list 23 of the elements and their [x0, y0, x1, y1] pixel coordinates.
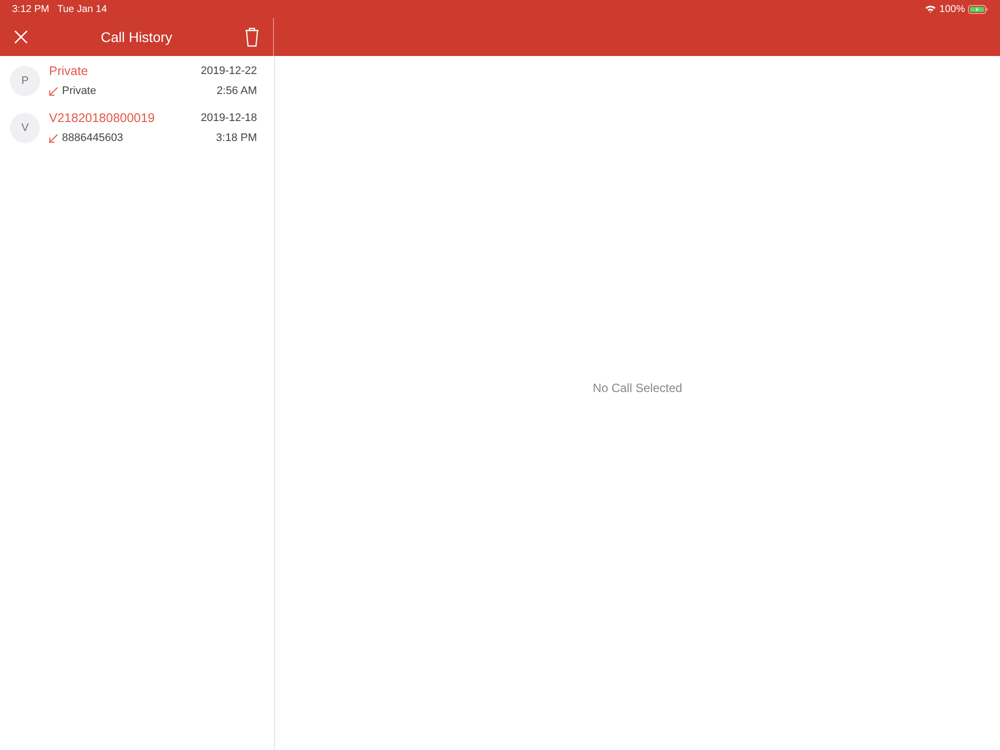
status-date: Tue Jan 14 — [57, 4, 107, 14]
status-time: 3:12 PM — [12, 4, 50, 14]
avatar-circle: V — [10, 113, 40, 143]
call-time: 3:18 PM — [216, 132, 257, 144]
incoming-arrow-icon — [49, 86, 58, 96]
close-button[interactable] — [12, 28, 30, 46]
nav-title: Call History — [100, 29, 172, 45]
empty-message: No Call Selected — [592, 381, 682, 395]
trash-button[interactable] — [242, 25, 261, 49]
battery-icon — [968, 4, 988, 14]
battery-percentage: 100% — [939, 4, 965, 14]
wifi-icon — [925, 5, 936, 13]
incoming-arrow-icon — [49, 134, 58, 142]
call-row[interactable]: P Private 2019-12-22 Private 2:56 AM — [0, 56, 274, 103]
call-row[interactable]: V V21820180800019 2019-12-18 8886445603 3:18 PM — [0, 103, 274, 150]
caller-number: Private — [62, 85, 96, 97]
caller-number: 8886445603 — [62, 132, 124, 144]
call-date: 2019-12-22 — [200, 65, 257, 77]
avatar-circle: P — [10, 66, 40, 96]
call-date: 2019-12-18 — [200, 112, 257, 124]
caller-name: V21820180800019 — [49, 111, 155, 125]
call-time: 2:56 AM — [216, 85, 257, 97]
caller-name: Private — [49, 64, 88, 78]
